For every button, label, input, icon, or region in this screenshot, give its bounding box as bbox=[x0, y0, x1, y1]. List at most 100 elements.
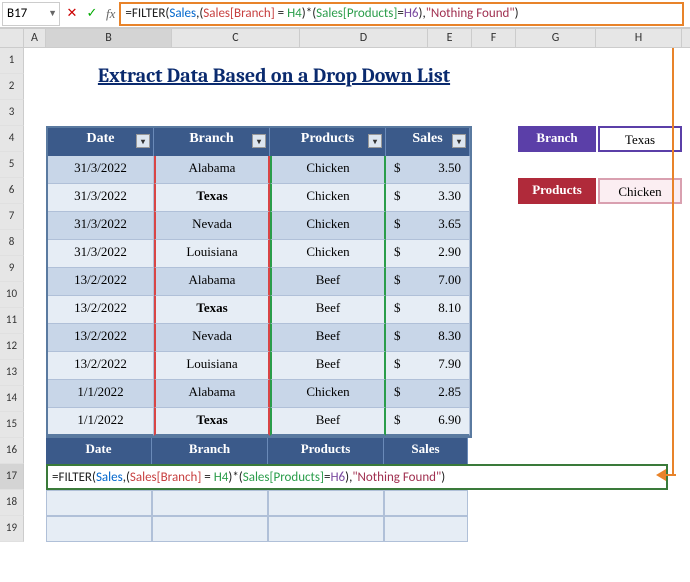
row-header[interactable]: 13 bbox=[0, 360, 24, 386]
cell-date[interactable]: 13/2/2022 bbox=[48, 324, 154, 352]
col-header-e[interactable]: E bbox=[428, 29, 472, 47]
result-header-row: Date Branch Products Sales bbox=[46, 438, 472, 464]
row-header[interactable]: 4 bbox=[0, 126, 24, 152]
row-header[interactable]: 11 bbox=[0, 308, 24, 334]
row-header[interactable]: 1 bbox=[0, 48, 24, 74]
col-header-f[interactable]: F bbox=[472, 29, 516, 47]
cell-date[interactable]: 31/3/2022 bbox=[48, 156, 154, 184]
cell-date[interactable]: 13/2/2022 bbox=[48, 352, 154, 380]
table-row[interactable]: 31/3/2022AlabamaChicken$3.50 bbox=[48, 156, 470, 184]
cell-product[interactable]: Chicken bbox=[270, 156, 386, 184]
row-header[interactable]: 19 bbox=[0, 516, 24, 542]
row-header[interactable]: 6 bbox=[0, 178, 24, 204]
row-header[interactable]: 7 bbox=[0, 204, 24, 230]
row-header[interactable]: 16 bbox=[0, 438, 24, 464]
cell-date[interactable]: 1/1/2022 bbox=[48, 408, 154, 436]
cell-date[interactable]: 31/3/2022 bbox=[48, 184, 154, 212]
cell-product[interactable]: Chicken bbox=[270, 240, 386, 268]
cancel-icon[interactable]: ✕ bbox=[62, 6, 82, 21]
cell-date[interactable]: 31/3/2022 bbox=[48, 240, 154, 268]
active-cell-b17[interactable]: =FILTER(Sales,(Sales[Branch] = H4)*(Sale… bbox=[46, 464, 668, 490]
select-all-cell[interactable] bbox=[0, 29, 24, 47]
cell-product[interactable]: Chicken bbox=[270, 184, 386, 212]
row-header[interactable]: 10 bbox=[0, 282, 24, 308]
col-header-d[interactable]: D bbox=[300, 29, 428, 47]
col-header-b[interactable]: B bbox=[46, 29, 172, 47]
filter-icon[interactable]: ▾ bbox=[136, 134, 150, 148]
cell-sales[interactable]: $3.50 bbox=[386, 156, 470, 184]
cell-product[interactable]: Beef bbox=[270, 296, 386, 324]
branch-label: Branch bbox=[518, 126, 596, 152]
cell-date[interactable]: 31/3/2022 bbox=[48, 212, 154, 240]
table-row[interactable]: 31/3/2022NevadaChicken$3.65 bbox=[48, 212, 470, 240]
filter-icon[interactable]: ▾ bbox=[252, 134, 266, 148]
filter-icon[interactable]: ▾ bbox=[452, 134, 466, 148]
cell-sales[interactable]: $7.00 bbox=[386, 268, 470, 296]
row-header[interactable]: 9 bbox=[0, 256, 24, 282]
row-header[interactable]: 8 bbox=[0, 230, 24, 256]
cell-branch[interactable]: Nevada bbox=[154, 212, 270, 240]
header-branch[interactable]: Branch▾ bbox=[154, 128, 270, 156]
cell-branch[interactable]: Texas bbox=[154, 184, 270, 212]
table-row[interactable]: 31/3/2022LouisianaChicken$2.90 bbox=[48, 240, 470, 268]
col-header-a[interactable]: A bbox=[24, 29, 46, 47]
cell-branch[interactable]: Alabama bbox=[154, 156, 270, 184]
cell-branch[interactable]: Texas bbox=[154, 408, 270, 436]
cell-sales[interactable]: $2.85 bbox=[386, 380, 470, 408]
table-row[interactable]: 13/2/2022TexasBeef$8.10 bbox=[48, 296, 470, 324]
filter-icon[interactable]: ▾ bbox=[368, 134, 382, 148]
cell-product[interactable]: Beef bbox=[270, 268, 386, 296]
cell-product[interactable]: Chicken bbox=[270, 380, 386, 408]
table-row[interactable]: 13/2/2022NevadaBeef$8.30 bbox=[48, 324, 470, 352]
formula-input[interactable]: =FILTER(Sales,(Sales[Branch] = H4)*(Sale… bbox=[119, 2, 684, 26]
cell-branch[interactable]: Alabama bbox=[154, 380, 270, 408]
name-box[interactable]: B17 ▼ bbox=[2, 2, 60, 26]
row-header[interactable]: 3 bbox=[0, 100, 24, 126]
row-header[interactable]: 17 bbox=[0, 464, 24, 490]
cell-branch[interactable]: Texas bbox=[154, 296, 270, 324]
cell-sales[interactable]: $8.10 bbox=[386, 296, 470, 324]
cell-product[interactable]: Beef bbox=[270, 352, 386, 380]
cell-sales[interactable]: $2.90 bbox=[386, 240, 470, 268]
chevron-down-icon[interactable]: ▼ bbox=[48, 8, 57, 19]
table-row[interactable]: 31/3/2022TexasChicken$3.30 bbox=[48, 184, 470, 212]
cell-sales[interactable]: $8.30 bbox=[386, 324, 470, 352]
header-sales[interactable]: Sales▾ bbox=[386, 128, 470, 156]
row-header[interactable]: 12 bbox=[0, 334, 24, 360]
row-header[interactable]: 15 bbox=[0, 412, 24, 438]
table-row[interactable]: 1/1/2022AlabamaChicken$2.85 bbox=[48, 380, 470, 408]
products-dropdown[interactable]: Chicken bbox=[598, 178, 682, 204]
cell-branch[interactable]: Alabama bbox=[154, 268, 270, 296]
cell-branch[interactable]: Nevada bbox=[154, 324, 270, 352]
col-header-c[interactable]: C bbox=[172, 29, 300, 47]
branch-dropdown[interactable]: Texas bbox=[598, 126, 682, 152]
cell-date[interactable]: 13/2/2022 bbox=[48, 296, 154, 324]
cell-branch[interactable]: Louisiana bbox=[154, 352, 270, 380]
cell-sales[interactable]: $3.65 bbox=[386, 212, 470, 240]
row-header[interactable]: 2 bbox=[0, 74, 24, 100]
cell-date[interactable]: 13/2/2022 bbox=[48, 268, 154, 296]
header-products[interactable]: Products▾ bbox=[270, 128, 386, 156]
cell-product[interactable]: Beef bbox=[270, 408, 386, 436]
products-label: Products bbox=[518, 178, 596, 204]
header-date[interactable]: Date▾ bbox=[48, 128, 154, 156]
cell-sales[interactable]: $7.90 bbox=[386, 352, 470, 380]
cell-sales[interactable]: $6.90 bbox=[386, 408, 470, 436]
cell-date[interactable]: 1/1/2022 bbox=[48, 380, 154, 408]
fx-icon[interactable]: fx bbox=[106, 6, 115, 22]
row-header[interactable]: 14 bbox=[0, 386, 24, 412]
formula-text: =FILTER(Sales,(Sales[Branch] = H4)*(Sale… bbox=[125, 6, 518, 21]
col-header-h[interactable]: H bbox=[596, 29, 682, 47]
cell-product[interactable]: Chicken bbox=[270, 212, 386, 240]
col-header-g[interactable]: G bbox=[516, 29, 596, 47]
row-header[interactable]: 5 bbox=[0, 152, 24, 178]
table-row[interactable]: 1/1/2022TexasBeef$6.90 bbox=[48, 408, 470, 436]
cell-branch[interactable]: Louisiana bbox=[154, 240, 270, 268]
cells-area[interactable]: Extract Data Based on a Drop Down List D… bbox=[24, 48, 690, 542]
confirm-icon[interactable]: ✓ bbox=[82, 6, 102, 21]
cell-product[interactable]: Beef bbox=[270, 324, 386, 352]
row-header[interactable]: 18 bbox=[0, 490, 24, 516]
cell-sales[interactable]: $3.30 bbox=[386, 184, 470, 212]
table-row[interactable]: 13/2/2022LouisianaBeef$7.90 bbox=[48, 352, 470, 380]
table-row[interactable]: 13/2/2022AlabamaBeef$7.00 bbox=[48, 268, 470, 296]
